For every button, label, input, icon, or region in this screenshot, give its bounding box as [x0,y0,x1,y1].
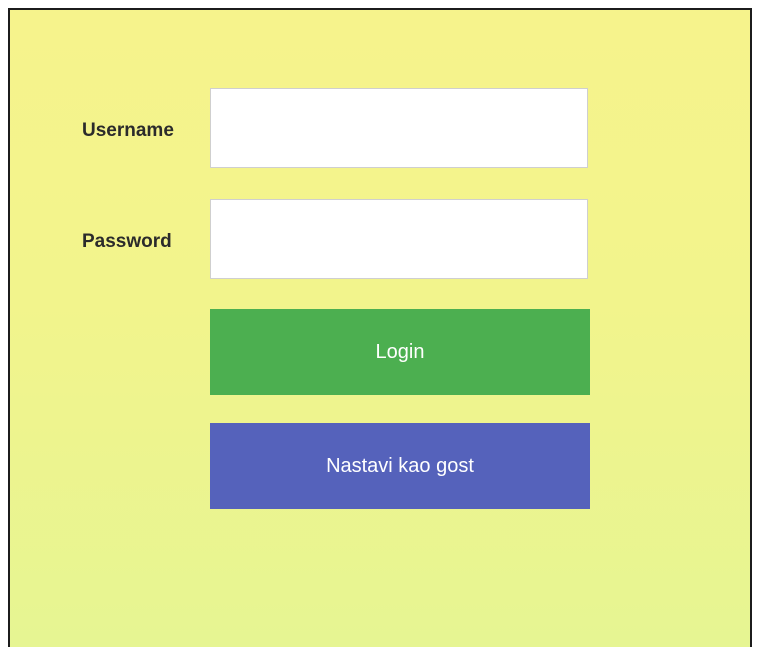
login-button[interactable]: Login [210,309,590,395]
username-label: Username [82,120,174,141]
password-input[interactable] [210,199,588,279]
password-label: Password [82,231,172,252]
login-panel: Username Password Login Nastavi kao gost [8,8,752,647]
username-input[interactable] [210,88,588,168]
continue-as-guest-button[interactable]: Nastavi kao gost [210,423,590,509]
